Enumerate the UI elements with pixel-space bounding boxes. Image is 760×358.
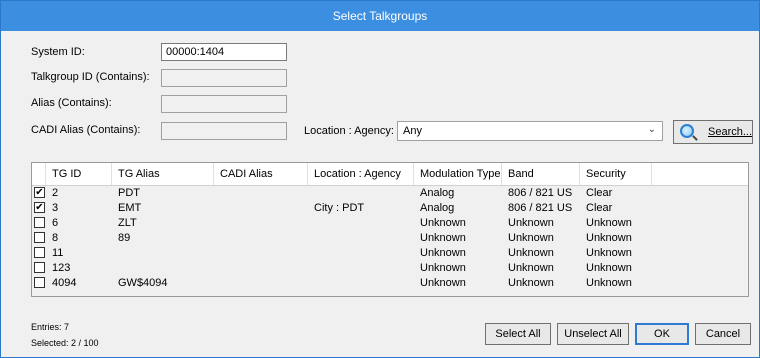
table-row[interactable]: 8 89 Unknown Unknown Unknown [32, 231, 748, 246]
location-agency-value: Any [403, 125, 422, 137]
band-cell: Unknown [508, 262, 554, 274]
row-checkbox[interactable] [34, 262, 45, 273]
alias-label: Alias (Contains): [31, 97, 112, 109]
talkgroup-id-field[interactable] [161, 69, 287, 87]
tg-alias-cell: EMT [118, 202, 142, 214]
row-checkbox[interactable] [34, 217, 45, 228]
system-id-field[interactable]: 00000:1404 [161, 43, 287, 61]
select-all-label: Select All [495, 328, 541, 340]
column-header-cadi-alias[interactable]: CADI Alias [214, 163, 308, 185]
alias-field[interactable] [161, 95, 287, 113]
table-row[interactable]: ✔ 2 PDT Analog 806 / 821 US Clear [32, 186, 748, 201]
tg-id-cell: 8 [52, 232, 59, 244]
security-cell: Unknown [586, 262, 632, 274]
row-checkbox[interactable] [34, 232, 45, 243]
cadi-alias-field[interactable] [161, 122, 287, 140]
tg-id-cell: 123 [52, 262, 71, 274]
row-checkbox[interactable] [34, 277, 45, 288]
ok-label: OK [654, 328, 670, 340]
table-row[interactable]: 123 Unknown Unknown Unknown [32, 261, 748, 276]
tg-id-cell: 6 [52, 217, 59, 229]
tg-alias-cell: 89 [118, 232, 131, 244]
modulation-type-cell: Unknown [420, 232, 466, 244]
tg-id-cell: 4094 [52, 277, 77, 289]
checkmark-icon: ✔ [35, 187, 44, 198]
table-row[interactable]: 4094 GW$4094 Unknown Unknown Unknown [32, 276, 748, 291]
tg-id-cell: 3 [52, 202, 59, 214]
band-cell: Unknown [508, 217, 554, 229]
band-cell: 806 / 821 US [508, 187, 573, 199]
column-header-band[interactable]: Band [502, 163, 580, 185]
search-button[interactable]: Search... [673, 120, 753, 144]
row-checkbox[interactable]: ✔ [34, 202, 45, 213]
row-checkbox[interactable]: ✔ [34, 187, 45, 198]
modulation-type-cell: Unknown [420, 217, 466, 229]
row-checkbox[interactable] [34, 247, 45, 258]
cadi-alias-label: CADI Alias (Contains): [31, 124, 141, 136]
location-agency-select[interactable]: Any ⌄ [397, 121, 663, 141]
column-header-location-agency[interactable]: Location : Agency [308, 163, 414, 185]
tg-alias-cell: GW$4094 [118, 277, 168, 289]
checkmark-icon: ✔ [35, 202, 44, 213]
location-agency-label: Location : Agency: [304, 125, 394, 137]
column-header-tg-id[interactable]: TG ID [46, 163, 112, 185]
chevron-down-icon: ⌄ [647, 124, 656, 135]
column-header-security[interactable]: Security [580, 163, 652, 185]
system-id-label: System ID: [31, 46, 85, 58]
tg-id-cell: 11 [52, 247, 64, 259]
cancel-label: Cancel [705, 328, 741, 340]
location-agency-cell: City : PDT [314, 202, 365, 214]
tg-id-cell: 2 [52, 187, 59, 199]
checkbox-header [32, 163, 46, 185]
table-row[interactable]: 6 ZLT Unknown Unknown Unknown [32, 216, 748, 231]
column-header-tg-alias[interactable]: TG Alias [112, 163, 214, 185]
modulation-type-cell: Unknown [420, 247, 466, 259]
unselect-all-label: Unselect All [564, 328, 622, 340]
search-button-label: Search... [708, 126, 753, 138]
select-talkgroups-dialog: Select Talkgroups System ID: 00000:1404 … [0, 0, 760, 358]
ok-button[interactable]: OK [635, 323, 689, 345]
talkgroup-id-label: Talkgroup ID (Contains): [31, 71, 150, 83]
security-cell: Unknown [586, 217, 632, 229]
security-cell: Unknown [586, 277, 632, 289]
band-cell: Unknown [508, 232, 554, 244]
security-cell: Unknown [586, 232, 632, 244]
table-body: ✔ 2 PDT Analog 806 / 821 US Clear ✔ 3 EMT City : … [32, 186, 748, 296]
window-title: Select Talkgroups [1, 1, 759, 31]
tg-alias-cell: ZLT [118, 217, 137, 229]
band-cell: 806 / 821 US [508, 202, 573, 214]
modulation-type-cell: Analog [420, 187, 455, 199]
cancel-button[interactable]: Cancel [695, 323, 751, 345]
select-all-button[interactable]: Select All [485, 323, 551, 345]
selected-count: Selected: 2 / 100 [31, 338, 99, 348]
security-cell: Unknown [586, 247, 632, 259]
unselect-all-button[interactable]: Unselect All [557, 323, 629, 345]
band-cell: Unknown [508, 247, 554, 259]
talkgroup-table: TG ID TG Alias CADI Alias Location : Age… [31, 162, 749, 297]
modulation-type-cell: Unknown [420, 262, 466, 274]
security-cell: Clear [586, 187, 613, 199]
column-header-modulation-type[interactable]: Modulation Type [414, 163, 502, 185]
modulation-type-cell: Unknown [420, 277, 466, 289]
table-header: TG ID TG Alias CADI Alias Location : Age… [32, 163, 748, 186]
security-cell: Clear [586, 202, 613, 214]
tg-alias-cell: PDT [118, 187, 140, 199]
modulation-type-cell: Analog [420, 202, 455, 214]
search-icon [680, 124, 694, 138]
entries-count: Entries: 7 [31, 322, 70, 332]
table-row[interactable]: 11 Unknown Unknown Unknown [32, 246, 748, 261]
band-cell: Unknown [508, 277, 554, 289]
table-row[interactable]: ✔ 3 EMT City : PDT Analog 806 / 821 US Clear [32, 201, 748, 216]
